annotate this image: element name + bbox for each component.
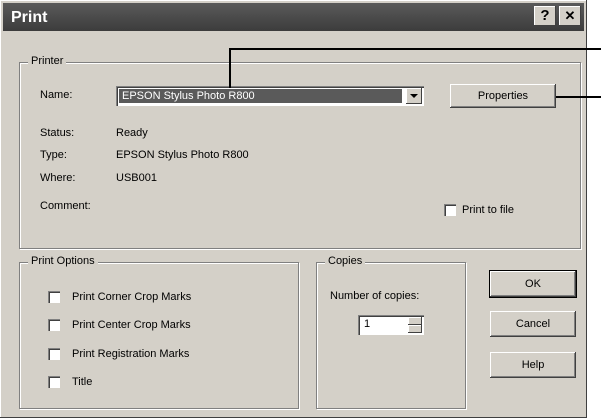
center-crop-marks-label: Print Center Crop Marks	[72, 319, 191, 331]
spin-down-icon[interactable]	[408, 325, 422, 333]
help-button[interactable]: Help	[490, 352, 576, 378]
properties-button[interactable]: Properties	[450, 84, 556, 108]
where-value: USB001	[116, 172, 157, 184]
copies-group-label: Copies	[325, 255, 366, 267]
corner-crop-marks-label: Print Corner Crop Marks	[72, 291, 192, 303]
type-value: EPSON Stylus Photo R800	[116, 149, 249, 161]
window-title: Print	[11, 9, 48, 26]
print-options-group: Print Options	[19, 255, 299, 409]
printer-group-label: Printer	[28, 55, 67, 67]
registration-marks-checkbox[interactable]	[48, 348, 60, 360]
help-title-button[interactable]: ?	[534, 6, 556, 26]
callout-line-properties	[556, 96, 601, 98]
cancel-button[interactable]: Cancel	[490, 311, 576, 337]
print-options-group-label: Print Options	[28, 255, 98, 267]
ok-button[interactable]: OK	[489, 270, 577, 298]
close-icon[interactable]: ✕	[559, 6, 581, 26]
callout-line-name-vertical	[229, 48, 231, 88]
title-label: Title	[72, 376, 93, 388]
center-crop-marks-checkbox[interactable]	[48, 319, 60, 331]
copies-value: 1	[364, 318, 371, 330]
print-to-file-label: Print to file	[462, 204, 514, 216]
type-label: Type:	[40, 149, 67, 161]
name-label: Name:	[40, 89, 73, 101]
copies-spinner[interactable]: 1	[358, 315, 424, 335]
registration-marks-label: Print Registration Marks	[72, 348, 190, 360]
title-checkbox[interactable]	[48, 376, 60, 388]
print-to-file-checkbox[interactable]	[444, 204, 456, 216]
callout-line-name-horizontal	[229, 48, 601, 50]
chevron-down-icon[interactable]	[406, 88, 422, 104]
where-label: Where:	[40, 172, 76, 184]
title-bar[interactable]: Print ? ✕	[3, 3, 584, 31]
corner-crop-marks-checkbox[interactable]	[48, 291, 60, 303]
status-label: Status:	[40, 127, 75, 139]
status-value: Ready	[116, 127, 148, 139]
print-dialog: Print ? ✕ Printer Name: EPSON Stylus Pho…	[0, 0, 587, 418]
comment-label: Comment:	[40, 200, 91, 212]
spin-up-icon[interactable]	[408, 317, 422, 325]
printer-name-select[interactable]: EPSON Stylus Photo R800	[116, 86, 424, 106]
number-of-copies-label: Number of copies:	[330, 290, 420, 302]
printer-name-value: EPSON Stylus Photo R800	[119, 89, 402, 103]
copies-group: Copies	[316, 255, 466, 409]
